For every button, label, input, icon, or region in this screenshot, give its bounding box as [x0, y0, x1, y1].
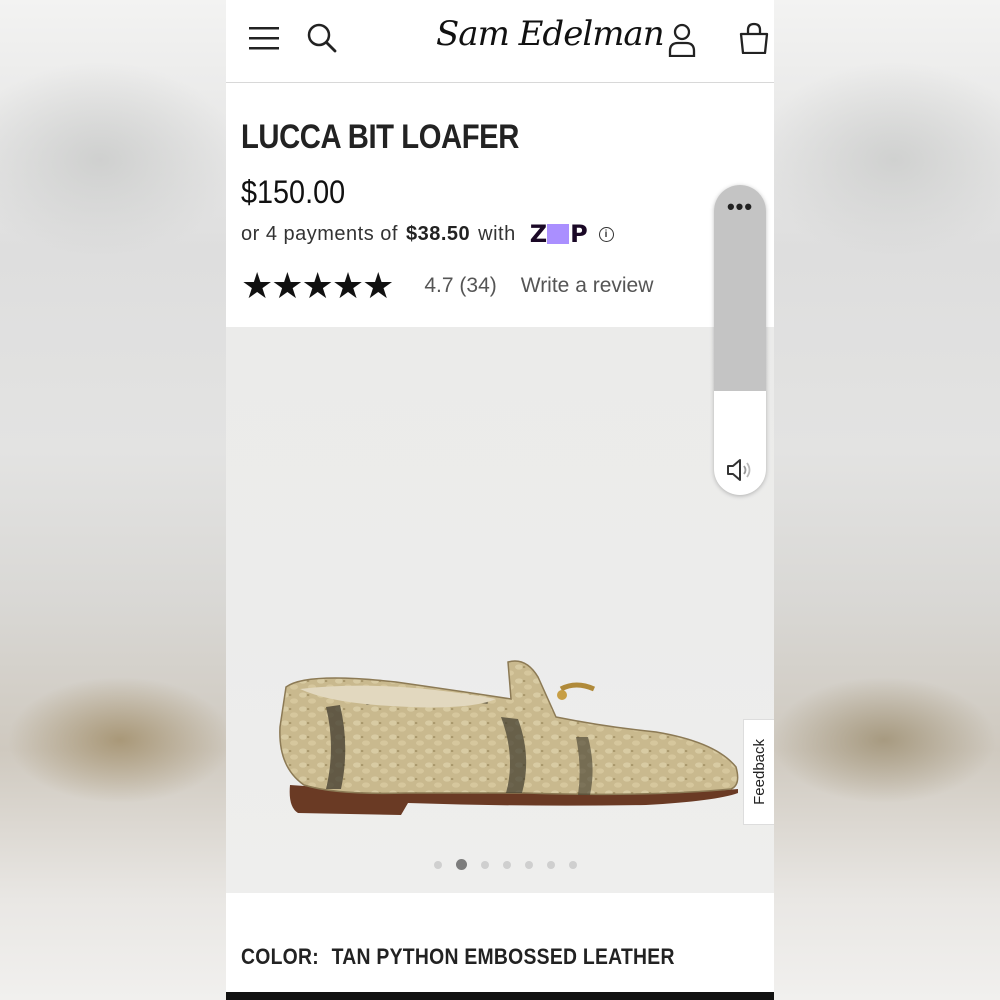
color-value: TAN PYTHON EMBOSSED LEATHER — [331, 944, 675, 969]
zip-letter-p: P — [570, 220, 588, 248]
color-selection: COLOR: TAN PYTHON EMBOSSED LEATHER — [241, 944, 675, 970]
gallery-pagination — [434, 859, 577, 870]
zip-logo[interactable]: Z P — [529, 220, 588, 248]
info-icon[interactable]: i — [598, 226, 614, 242]
search-icon — [307, 23, 337, 53]
feedback-label: Feedback — [750, 739, 768, 805]
bag-button[interactable] — [734, 18, 774, 58]
site-header: Sam Edelman — [226, 0, 774, 83]
installment-prefix: or 4 payments of — [241, 222, 398, 245]
mobile-page: Sam Edelman LUCCA BIT LOAFER $150.00 or … — [226, 0, 774, 1000]
bottom-bar — [226, 992, 774, 1000]
gallery-dot[interactable] — [456, 859, 467, 870]
product-price: $150.00 — [241, 174, 346, 210]
gallery-dot[interactable] — [525, 860, 533, 869]
bag-icon — [739, 22, 769, 54]
zip-logo-block — [547, 224, 570, 244]
brand-logo[interactable]: Sam Edelman — [436, 14, 665, 54]
installment-with: with — [478, 222, 516, 245]
volume-button[interactable] — [724, 455, 754, 485]
gallery-dot[interactable] — [547, 860, 555, 869]
search-button[interactable] — [302, 18, 342, 58]
gallery-dot[interactable] — [481, 860, 489, 869]
star-rating-icon: ★★★★★ — [241, 265, 394, 306]
product-image-gallery[interactable]: Feedback — [226, 327, 774, 893]
speaker-icon — [727, 459, 751, 481]
feedback-tab[interactable]: Feedback — [743, 719, 774, 825]
rating-value: 4.7 (34) — [424, 274, 497, 297]
installment-amount: $38.50 — [405, 222, 471, 245]
account-button[interactable] — [662, 20, 702, 60]
floating-media-controls: ••• — [714, 185, 766, 495]
account-icon — [668, 23, 696, 57]
gallery-dot[interactable] — [434, 860, 442, 869]
color-label: COLOR: — [241, 944, 319, 969]
product-title: LUCCA BIT LOAFER — [241, 118, 519, 156]
gallery-dot[interactable] — [503, 860, 511, 869]
menu-icon — [249, 27, 279, 50]
blurred-background-left — [0, 0, 226, 1000]
product-rating[interactable]: ★★★★★ 4.7 (34) Write a review — [241, 268, 653, 304]
blurred-background-right — [774, 0, 1000, 1000]
menu-button[interactable] — [244, 18, 284, 58]
more-options-button[interactable]: ••• — [714, 196, 766, 218]
gallery-dot[interactable] — [569, 860, 577, 869]
zip-letter-z: Z — [529, 220, 547, 248]
write-review-link[interactable]: Write a review — [521, 274, 654, 298]
installment-info: or 4 payments of $38.50 with Z P i — [241, 220, 614, 248]
product-image — [279, 660, 739, 815]
